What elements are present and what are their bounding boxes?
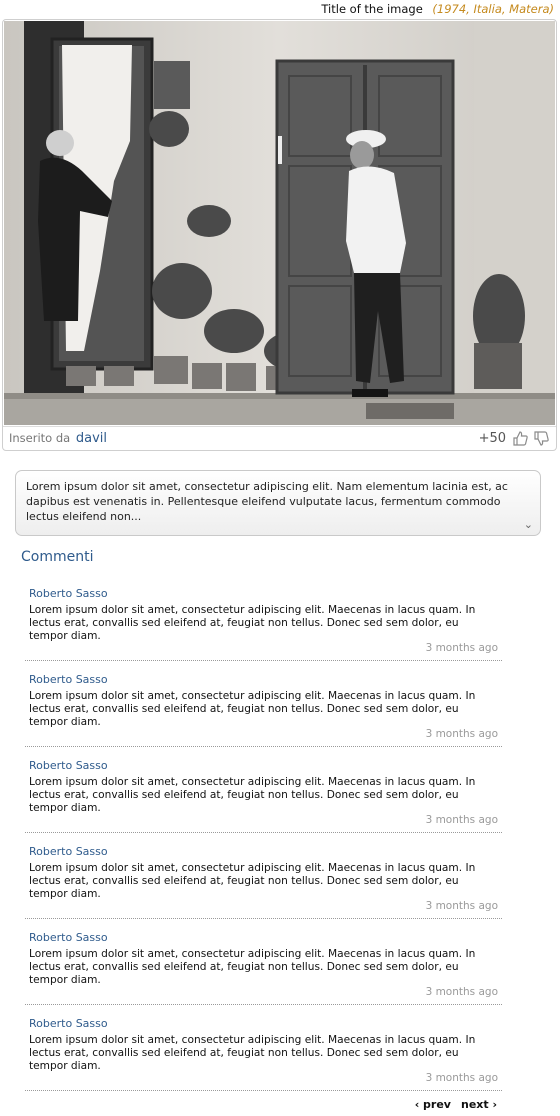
- comment-author[interactable]: Roberto Sasso: [29, 587, 108, 600]
- thumbs-down-icon[interactable]: [533, 430, 550, 447]
- uploaded-by: Inserito da davil: [9, 431, 107, 446]
- comment-author[interactable]: Roberto Sasso: [29, 845, 108, 858]
- comment-author[interactable]: Roberto Sasso: [29, 673, 108, 686]
- comment-text: Lorem ipsum dolor sit amet, consectetur …: [29, 604, 476, 642]
- photo-card: Inserito da davil +50: [2, 19, 557, 451]
- comment-text: Lorem ipsum dolor sit amet, consectetur …: [29, 1034, 476, 1072]
- prev-page-button[interactable]: ‹ prev: [415, 1098, 451, 1111]
- photo[interactable]: [4, 21, 555, 425]
- comment-time: 3 months ago: [425, 1072, 498, 1084]
- comment-time: 3 months ago: [425, 642, 498, 654]
- comment-text: Lorem ipsum dolor sit amet, consectetur …: [29, 862, 476, 900]
- uploader-link[interactable]: davil: [76, 431, 107, 446]
- description-text: Lorem ipsum dolor sit amet, consectetur …: [26, 480, 508, 523]
- comments-heading: Commenti: [21, 549, 94, 565]
- comment-item: Roberto Sasso Lorem ipsum dolor sit amet…: [25, 927, 502, 1005]
- comment-item: Roberto Sasso Lorem ipsum dolor sit amet…: [25, 841, 502, 919]
- vote-score: +50: [478, 431, 506, 446]
- chevron-down-icon[interactable]: ⌄: [524, 517, 533, 532]
- image-meta: (1974, Italia, Matera): [432, 2, 554, 16]
- comment-author[interactable]: Roberto Sasso: [29, 931, 108, 944]
- comment-time: 3 months ago: [425, 728, 498, 740]
- next-page-button[interactable]: next ›: [461, 1098, 497, 1111]
- comment-text: Lorem ipsum dolor sit amet, consectetur …: [29, 948, 476, 986]
- thumbs-up-icon[interactable]: [512, 430, 529, 447]
- comment-time: 3 months ago: [425, 814, 498, 826]
- comment-author[interactable]: Roberto Sasso: [29, 1017, 108, 1030]
- image-title-line: Title of the image (1974, Italia, Matera…: [321, 2, 554, 16]
- vote-controls: +50: [479, 430, 550, 447]
- comment-text: Lorem ipsum dolor sit amet, consectetur …: [29, 690, 476, 728]
- comment-item: Roberto Sasso Lorem ipsum dolor sit amet…: [25, 755, 502, 833]
- comment-item: Roberto Sasso Lorem ipsum dolor sit amet…: [25, 1013, 502, 1091]
- pagination: ‹ prev next ›: [415, 1098, 497, 1111]
- comment-item: Roberto Sasso Lorem ipsum dolor sit amet…: [25, 583, 502, 661]
- description-box: Lorem ipsum dolor sit amet, consectetur …: [15, 470, 541, 536]
- comment-time: 3 months ago: [425, 986, 498, 998]
- image-title: Title of the image: [321, 2, 423, 16]
- comments-list: Roberto Sasso Lorem ipsum dolor sit amet…: [25, 583, 502, 1099]
- comment-item: Roberto Sasso Lorem ipsum dolor sit amet…: [25, 669, 502, 747]
- uploaded-label: Inserito da: [9, 431, 71, 445]
- comment-author[interactable]: Roberto Sasso: [29, 759, 108, 772]
- photo-footer: Inserito da davil +50: [3, 426, 556, 450]
- comment-time: 3 months ago: [425, 900, 498, 912]
- comment-text: Lorem ipsum dolor sit amet, consectetur …: [29, 776, 476, 814]
